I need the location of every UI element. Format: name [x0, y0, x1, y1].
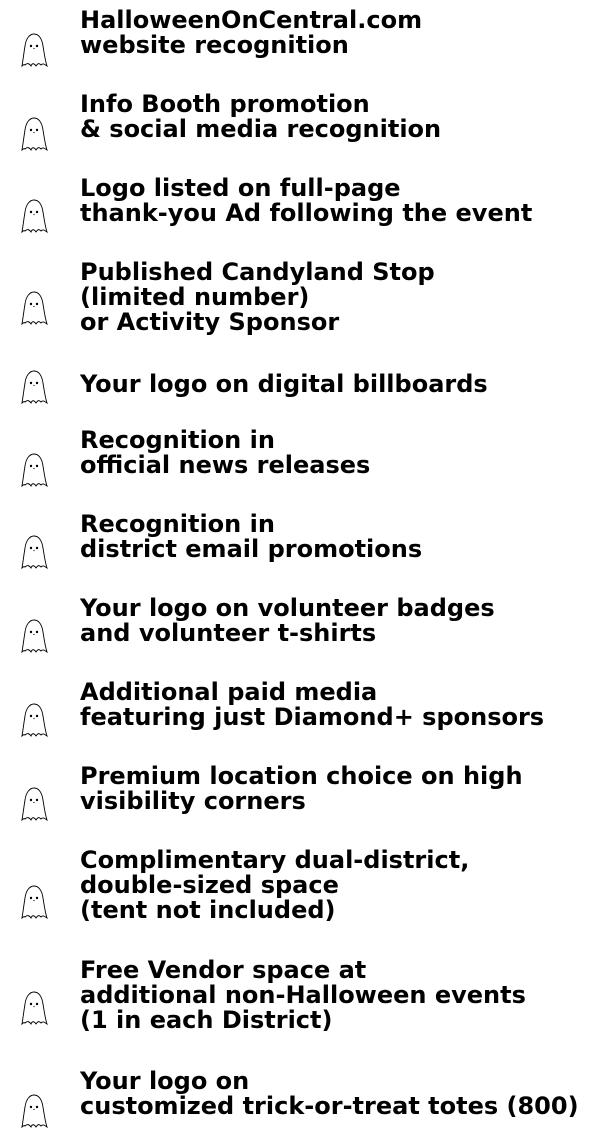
ghost-icon — [14, 700, 54, 740]
benefit-line: website recognition — [80, 31, 349, 59]
ghost-icon — [14, 988, 54, 1028]
benefit-line: district email promotions — [80, 535, 423, 563]
benefit-text: HalloweenOnCentral.com website recogniti… — [80, 8, 422, 58]
benefit-line: or Activity Sponsor — [80, 308, 340, 336]
benefit-line: thank-you Ad following the event — [80, 199, 533, 227]
benefit-line: Published Candyland Stop — [80, 258, 435, 286]
ghost-icon — [14, 30, 54, 70]
benefit-line: Premium location choice on high — [80, 762, 523, 790]
ghost-icon — [14, 784, 54, 824]
benefit-text: Your logo on digital billboards — [80, 372, 488, 397]
benefit-line: double-sized space — [80, 871, 339, 899]
benefit-text: Complimentary dual-district, double-size… — [80, 848, 469, 923]
benefit-line: Logo listed on full-page — [80, 174, 401, 202]
benefit-line: official news releases — [80, 451, 371, 479]
ghost-icon — [14, 616, 54, 656]
benefit-line: (tent not included) — [80, 896, 336, 924]
benefit-line: Complimentary dual-district, — [80, 846, 470, 874]
ghost-icon — [14, 288, 54, 328]
benefit-line: featuring just Diamond+ sponsors — [80, 703, 545, 731]
ghost-icon — [14, 1091, 54, 1131]
ghost-icon — [14, 450, 54, 490]
benefit-line: and volunteer t-shirts — [80, 619, 377, 647]
benefit-text: Your logo on volunteer badges and volunt… — [80, 596, 495, 646]
benefit-text: Published Candyland Stop (limited number… — [80, 260, 435, 335]
ghost-icon — [14, 114, 54, 154]
benefit-line: & social media recognition — [80, 115, 442, 143]
benefit-text: Recognition in official news releases — [80, 428, 370, 478]
benefit-line: (1 in each District) — [80, 1006, 333, 1034]
benefit-line: Your logo on volunteer badges — [80, 594, 495, 622]
benefit-text: Additional paid media featuring just Dia… — [80, 680, 544, 730]
benefit-line: additional non-Halloween events — [80, 981, 526, 1009]
benefit-text: Info Booth promotion & social media reco… — [80, 92, 441, 142]
ghost-icon — [14, 532, 54, 572]
benefit-line: Recognition in — [80, 426, 275, 454]
ghost-icon — [14, 882, 54, 922]
benefit-text: Your logo on customized trick-or-treat t… — [80, 1069, 579, 1119]
benefit-line: customized trick-or-treat totes (800) — [80, 1092, 579, 1120]
benefit-line: (limited number) — [80, 283, 310, 311]
benefit-text: Free Vendor space at additional non-Hall… — [80, 958, 526, 1033]
benefit-line: Info Booth promotion — [80, 90, 370, 118]
benefit-line: visibility corners — [80, 787, 306, 815]
ghost-icon — [14, 367, 54, 407]
benefit-text: Recognition in district email promotions — [80, 512, 422, 562]
benefit-line: Additional paid media — [80, 678, 378, 706]
benefit-line: Free Vendor space at — [80, 956, 367, 984]
benefit-line: HalloweenOnCentral.com — [80, 6, 423, 34]
ghost-icon — [14, 196, 54, 236]
benefit-line: Recognition in — [80, 510, 275, 538]
benefit-text: Logo listed on full-page thank-you Ad fo… — [80, 176, 532, 226]
benefit-line: Your logo on — [80, 1067, 250, 1095]
benefit-line: Your logo on digital billboards — [80, 370, 488, 398]
benefit-text: Premium location choice on high visibili… — [80, 764, 523, 814]
